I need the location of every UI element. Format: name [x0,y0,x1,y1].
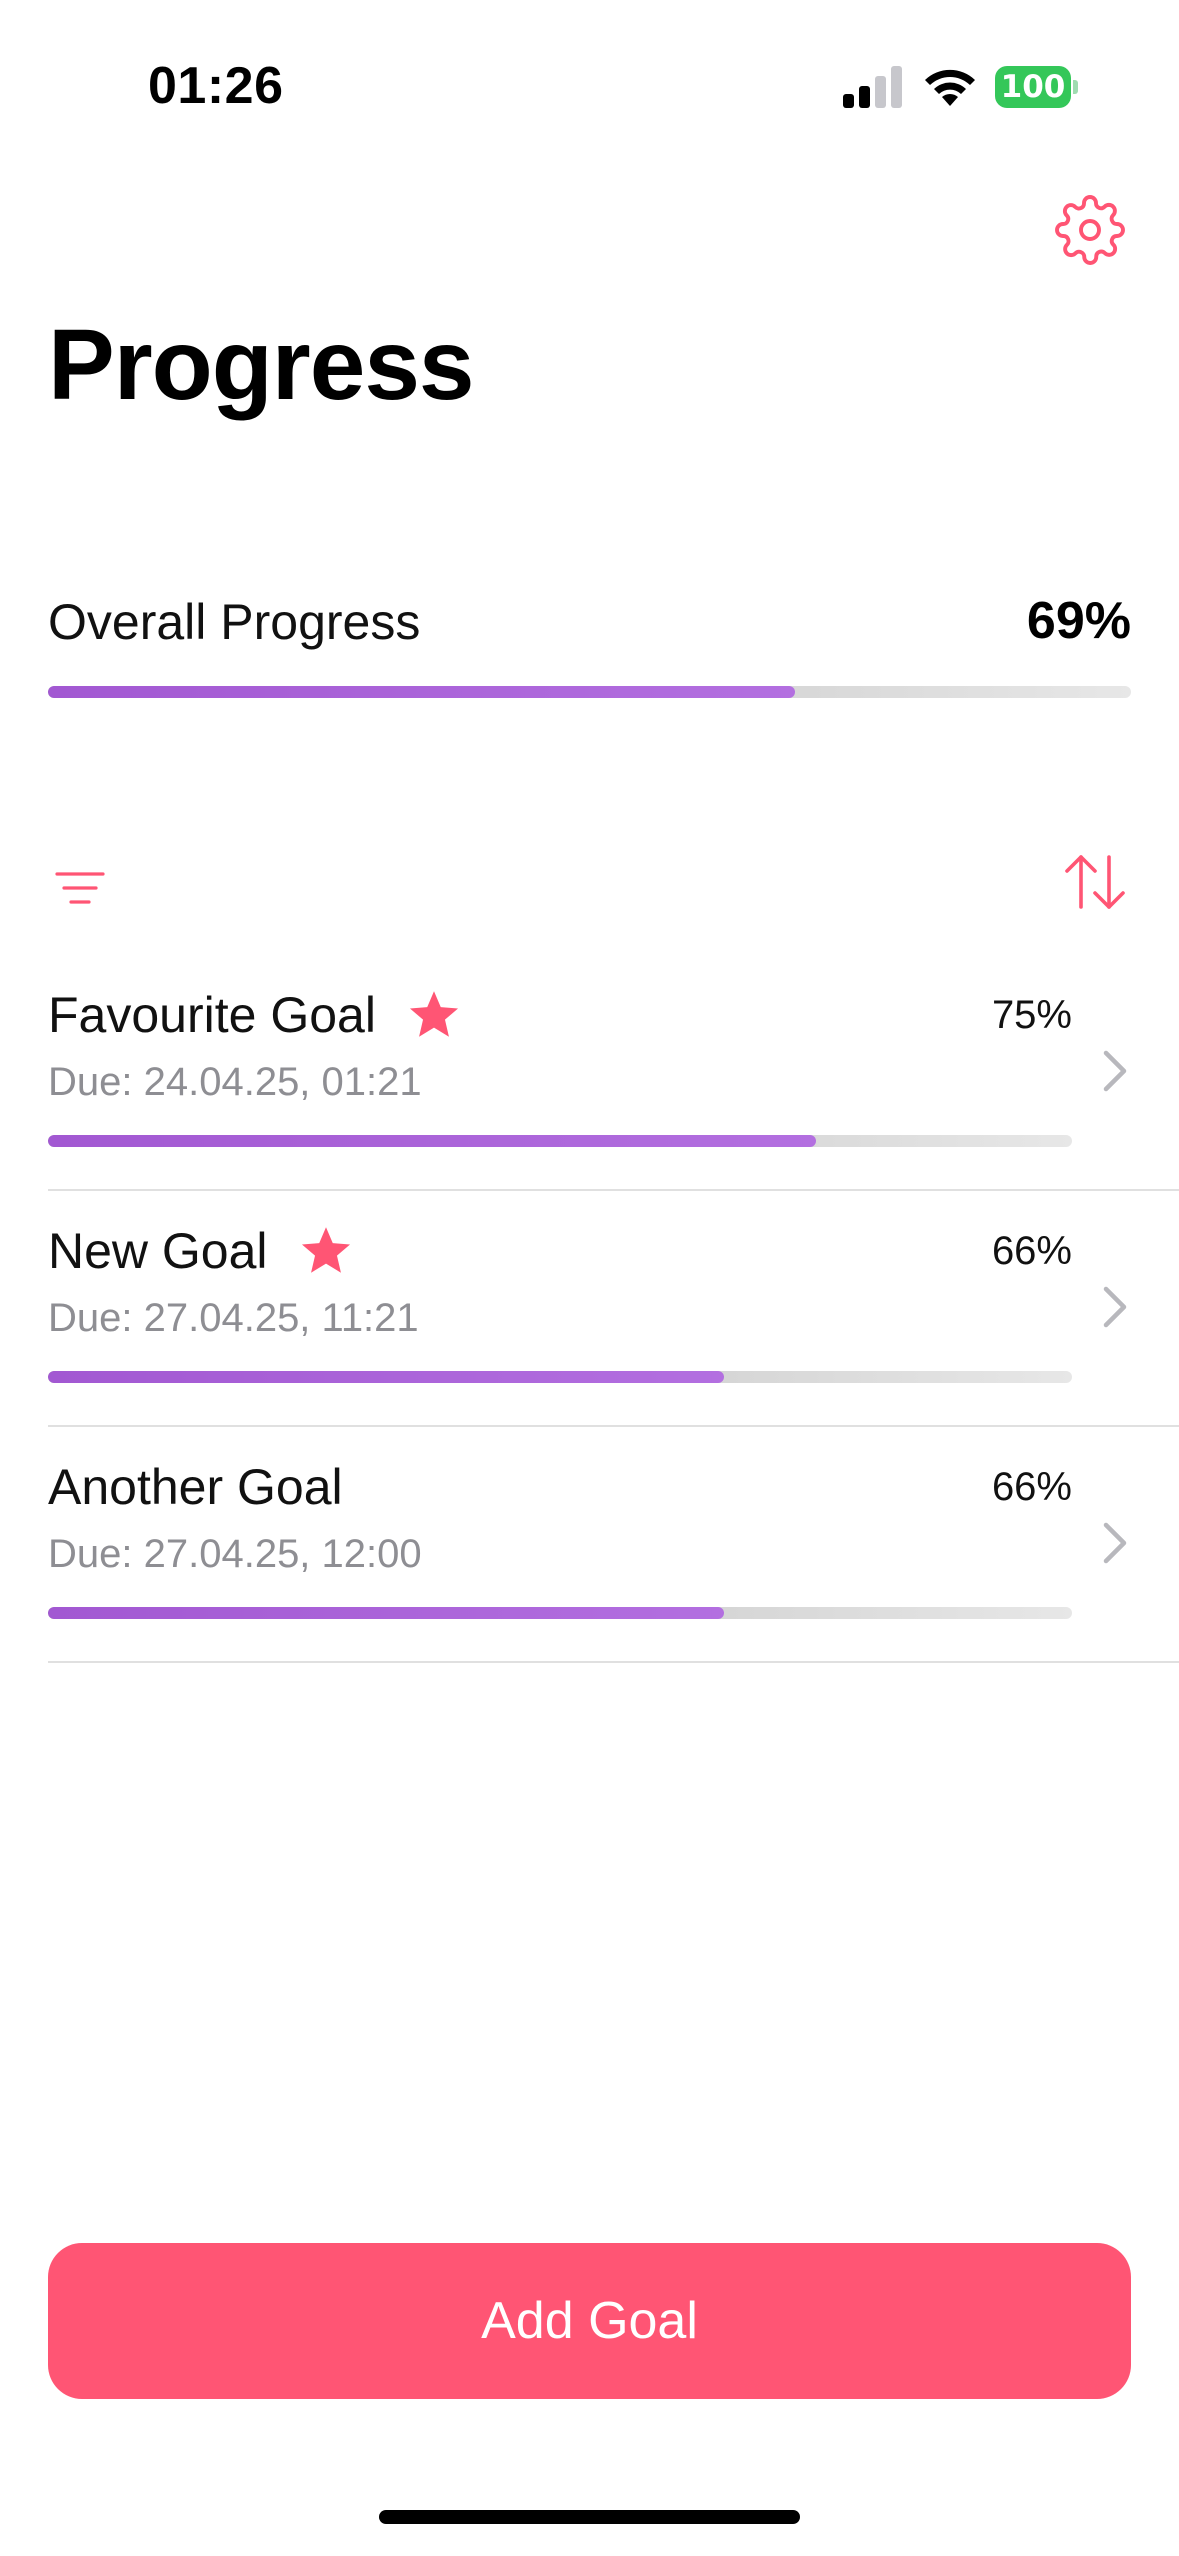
settings-button[interactable] [1050,190,1130,270]
chevron-right-icon [1103,1050,1127,1092]
goal-title: New Goal [48,1223,268,1279]
overall-progress-fill [48,686,796,698]
status-time: 01:26 [148,57,284,115]
battery-icon: 100 [995,66,1078,108]
goal-progress-bar [48,1371,1072,1383]
add-goal-button[interactable]: Add Goal [48,2243,1131,2399]
battery-level: 100 [995,66,1071,108]
goal-row[interactable]: Another Goal Due: 27.04.25, 12:00 66% [0,1427,1179,1663]
filter-button[interactable] [40,848,120,928]
star-icon [301,1227,350,1273]
goal-progress-bar [48,1135,1072,1147]
home-indicator[interactable] [379,2510,800,2524]
wifi-icon [925,69,975,106]
goal-title-wrap: New Goal [48,1221,354,1281]
gear-icon [1055,195,1125,265]
filter-lines-icon [55,872,105,904]
goal-due-date: Due: 24.04.25, 01:21 [48,1060,422,1104]
battery-cap [1073,80,1078,94]
star-icon [409,991,458,1037]
goal-row[interactable]: New Goal Due: 27.04.25, 11:21 66% [0,1191,1179,1427]
sort-button[interactable] [1055,842,1135,922]
goal-title: Another Goal [48,1459,343,1515]
goal-title-wrap: Another Goal [48,1457,343,1517]
goal-title-wrap: Favourite Goal [48,985,462,1045]
goal-percent: 75% [991,993,1072,1037]
cellular-signal-icon [843,66,902,108]
chevron-right-icon [1103,1286,1127,1328]
goal-progress-fill [48,1371,724,1383]
chevron-right-icon [1103,1522,1127,1564]
overall-progress-bar [48,686,1131,698]
goal-progress-fill [48,1135,816,1147]
goal-list: Favourite Goal Due: 24.04.25, 01:21 75% … [0,955,1179,1663]
goal-due-date: Due: 27.04.25, 12:00 [48,1532,422,1576]
goal-percent: 66% [991,1229,1072,1273]
goal-progress-bar [48,1607,1072,1619]
goal-progress-fill [48,1607,724,1619]
goal-due-date: Due: 27.04.25, 11:21 [48,1296,419,1340]
overall-progress-label: Overall Progress [48,594,421,650]
goal-title: Favourite Goal [48,987,376,1043]
goal-row[interactable]: Favourite Goal Due: 24.04.25, 01:21 75% [0,955,1179,1191]
row-divider [48,1661,1179,1663]
overall-progress-percent: 69% [1026,592,1131,650]
goal-percent: 66% [991,1465,1072,1509]
status-bar: 01:26 100 [0,0,1179,170]
sort-arrows-icon [1065,855,1125,909]
page-title: Progress [48,309,475,421]
